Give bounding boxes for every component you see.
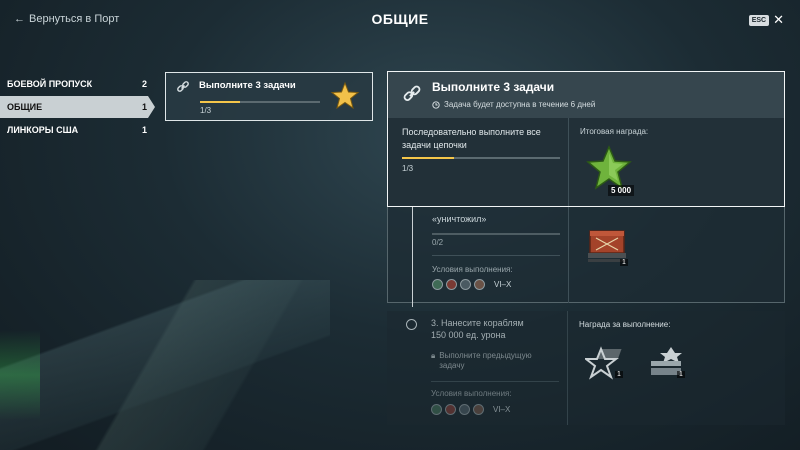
step-3-title-line2: 150 000 ед. урона xyxy=(431,330,506,340)
reward-count: 1 xyxy=(620,259,628,266)
background-decoration xyxy=(0,280,330,450)
chain-connector xyxy=(412,207,413,307)
detail-progress-bar xyxy=(402,157,560,159)
task-steps: «уничтожил» 0/2 Условия выполнения: VI–X… xyxy=(387,207,785,425)
reward-amount: 5 000 xyxy=(608,185,635,196)
reward-count: 1 xyxy=(615,371,623,378)
page-title: ОБЩИЕ xyxy=(371,11,429,27)
lock-text-line1: Выполните предыдущую xyxy=(439,351,532,360)
availability-text: Задача будет доступна в течение 6 дней xyxy=(444,100,596,109)
sidebar-item-label: ЛИНКОРЫ США xyxy=(7,125,79,135)
sidebar-item-count: 2 xyxy=(141,79,147,89)
lock-icon: 🔒︎ xyxy=(431,351,436,360)
carrier-class-icon xyxy=(473,404,484,415)
background-glow xyxy=(0,330,40,420)
reward-count: 1 xyxy=(677,371,685,378)
battleship-class-icon xyxy=(460,279,471,290)
final-reward: Итоговая награда: 5 000 xyxy=(580,127,649,196)
sidebar-item-label: БОЕВОЙ ПРОПУСК xyxy=(7,79,93,89)
step-2-ship-classes: VI–X xyxy=(432,279,511,290)
battleship-class-icon xyxy=(459,404,470,415)
detail-progress-text: 1/3 xyxy=(402,164,414,173)
step-3-reward-label: Награда за выполнение: xyxy=(579,320,671,329)
progress-fill xyxy=(402,157,455,159)
destroyer-class-icon xyxy=(431,404,442,415)
task-card-title: Выполните 3 задачи xyxy=(199,80,296,91)
divider xyxy=(567,311,568,425)
top-bar: ← Вернуться в Порт ОБЩИЕ ESC ✕ xyxy=(0,0,800,40)
step-3-lock-note: 🔒︎ Выполните предыдущую задачу xyxy=(431,351,532,371)
close-icon[interactable]: ✕ xyxy=(773,12,784,28)
sidebar-item-count: 1 xyxy=(141,125,147,135)
divider xyxy=(432,255,560,256)
step-2-progress-text: 0/2 xyxy=(432,238,444,247)
detail-objective: Последовательно выполните все задачи цеп… xyxy=(402,126,562,173)
chain-link-icon xyxy=(403,85,421,101)
clock-icon xyxy=(432,100,440,109)
step-3-title: 3. Нанесите кораблям 150 000 ед. урона xyxy=(431,317,524,341)
lock-text-line2: задачу xyxy=(439,361,465,370)
destroyer-class-icon xyxy=(432,279,443,290)
tier-range: VI–X xyxy=(493,405,511,414)
task-card-progress-bar xyxy=(200,101,320,103)
divider xyxy=(568,207,569,303)
step-2-text: «уничтожил» xyxy=(432,214,487,224)
sidebar-item-general[interactable]: ОБЩИЕ 1 xyxy=(0,96,155,118)
divider xyxy=(568,118,569,206)
carrier-class-icon xyxy=(474,279,485,290)
progress-fill xyxy=(200,101,240,103)
close-control[interactable]: ESC ✕ xyxy=(748,12,784,28)
task-card-progress-text: 1/3 xyxy=(200,106,212,115)
detail-title: Выполните 3 задачи xyxy=(432,80,555,94)
detail-header: Выполните 3 задачи Задача будет доступна… xyxy=(388,72,784,118)
final-reward-label: Итоговая награда: xyxy=(580,127,649,136)
step-2-progress-bar xyxy=(432,233,560,235)
step-3-ship-classes: VI–X xyxy=(431,404,510,415)
cruiser-class-icon xyxy=(446,279,457,290)
sidebar-item-count: 1 xyxy=(141,102,147,112)
esc-key-badge: ESC xyxy=(748,14,770,26)
chain-link-icon xyxy=(177,81,189,92)
sidebar-item-label: ОБЩИЕ xyxy=(7,102,43,112)
cruiser-class-icon xyxy=(445,404,456,415)
task-detail-panel: Выполните 3 задачи Задача будет доступна… xyxy=(387,71,785,207)
task-card[interactable]: Выполните 3 задачи 1/3 xyxy=(165,72,373,121)
divider xyxy=(431,381,559,382)
star-icon xyxy=(330,81,360,110)
step-status-circle-icon xyxy=(406,319,417,330)
category-sidebar: БОЕВОЙ ПРОПУСК 2 ОБЩИЕ 1 ЛИНКОРЫ США 1 xyxy=(0,73,155,142)
tier-range: VI–X xyxy=(494,280,512,289)
step-3-conditions-label: Условия выполнения: xyxy=(431,389,512,398)
availability-note: Задача будет доступна в течение 6 дней xyxy=(432,100,595,109)
step-3-title-line1: 3. Нанесите кораблям xyxy=(431,318,524,328)
step-2-conditions-label: Условия выполнения: xyxy=(432,265,513,274)
detail-description: Последовательно выполните все задачи цеп… xyxy=(402,127,541,150)
sidebar-item-usa-battleships[interactable]: ЛИНКОРЫ США 1 xyxy=(0,119,155,141)
step-2: «уничтожил» 0/2 Условия выполнения: VI–X… xyxy=(387,207,785,307)
sidebar-item-battle-pass[interactable]: БОЕВОЙ ПРОПУСК 2 xyxy=(0,73,155,95)
step-3: 3. Нанесите кораблям 150 000 ед. урона 🔒… xyxy=(387,311,785,425)
